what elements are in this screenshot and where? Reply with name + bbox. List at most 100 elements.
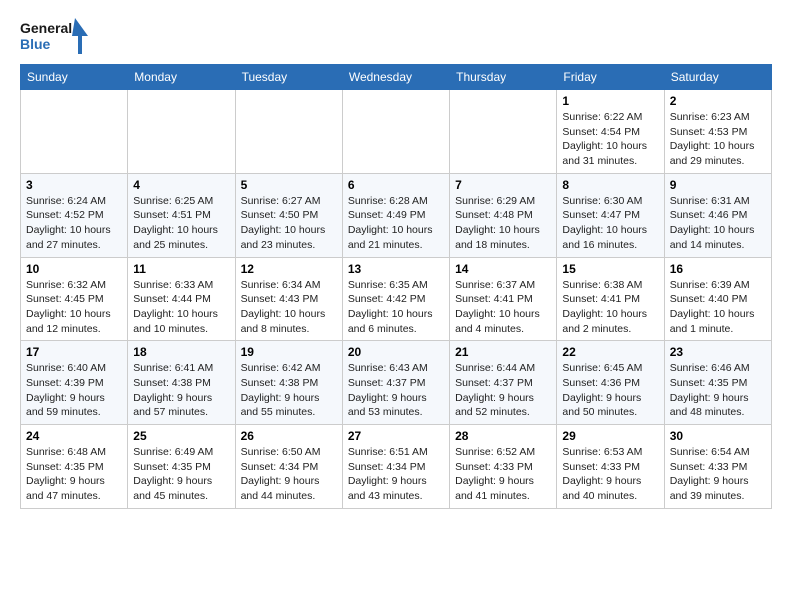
calendar-cell: 1 Sunrise: 6:22 AMSunset: 4:54 PMDaylight… (557, 90, 664, 174)
day-info: Sunrise: 6:48 AMSunset: 4:35 PMDaylight:… (26, 445, 122, 504)
calendar-table: SundayMondayTuesdayWednesdayThursdayFrid… (20, 64, 772, 509)
day-number: 20 (348, 345, 444, 359)
calendar-cell: 30Sunrise: 6:54 AMSunset: 4:33 PMDayligh… (664, 425, 771, 509)
day-info: Sunrise: 6:54 AMSunset: 4:33 PMDaylight:… (670, 445, 766, 504)
day-info: Sunrise: 6:32 AMSunset: 4:45 PMDaylight:… (26, 278, 122, 337)
calendar-cell: 7 Sunrise: 6:29 AMSunset: 4:48 PMDaylight… (450, 173, 557, 257)
header-saturday: Saturday (664, 65, 771, 90)
day-info: Sunrise: 6:50 AMSunset: 4:34 PMDaylight:… (241, 445, 337, 504)
calendar-cell: 11Sunrise: 6:33 AMSunset: 4:44 PMDayligh… (128, 257, 235, 341)
day-number: 5 (241, 178, 337, 192)
day-info: Sunrise: 6:46 AMSunset: 4:35 PMDaylight:… (670, 361, 766, 420)
calendar-header-row: SundayMondayTuesdayWednesdayThursdayFrid… (21, 65, 772, 90)
day-info: Sunrise: 6:22 AMSunset: 4:54 PMDaylight:… (562, 110, 658, 169)
calendar-cell: 24 Sunrise: 6:48 AMSunset: 4:35 PMDayligh… (21, 425, 128, 509)
day-info: Sunrise: 6:44 AMSunset: 4:37 PMDaylight:… (455, 361, 551, 420)
calendar-week-3: 17Sunrise: 6:40 AMSunset: 4:39 PMDayligh… (21, 341, 772, 425)
calendar-cell (21, 90, 128, 174)
day-number: 9 (670, 178, 766, 192)
day-info: Sunrise: 6:49 AMSunset: 4:35 PMDaylight:… (133, 445, 229, 504)
calendar-cell (128, 90, 235, 174)
logo-svg: GeneralBlue (20, 16, 90, 56)
header-sunday: Sunday (21, 65, 128, 90)
day-info: Sunrise: 6:34 AMSunset: 4:43 PMDaylight:… (241, 278, 337, 337)
day-info: Sunrise: 6:25 AMSunset: 4:51 PMDaylight:… (133, 194, 229, 253)
calendar-cell: 15 Sunrise: 6:38 AMSunset: 4:41 PMDayligh… (557, 257, 664, 341)
day-number: 18 (133, 345, 229, 359)
day-info: Sunrise: 6:35 AMSunset: 4:42 PMDaylight:… (348, 278, 444, 337)
calendar-cell: 13 Sunrise: 6:35 AMSunset: 4:42 PMDayligh… (342, 257, 449, 341)
calendar-cell (235, 90, 342, 174)
calendar-week-2: 10 Sunrise: 6:32 AMSunset: 4:45 PMDayligh… (21, 257, 772, 341)
day-number: 8 (562, 178, 658, 192)
header-tuesday: Tuesday (235, 65, 342, 90)
calendar-cell (450, 90, 557, 174)
header-wednesday: Wednesday (342, 65, 449, 90)
day-info: Sunrise: 6:51 AMSunset: 4:34 PMDaylight:… (348, 445, 444, 504)
header-friday: Friday (557, 65, 664, 90)
calendar-cell: 5 Sunrise: 6:27 AMSunset: 4:50 PMDaylight… (235, 173, 342, 257)
calendar-cell: 25 Sunrise: 6:49 AMSunset: 4:35 PMDayligh… (128, 425, 235, 509)
page-header: GeneralBlue (20, 16, 772, 56)
calendar-cell: 6Sunrise: 6:28 AMSunset: 4:49 PMDaylight… (342, 173, 449, 257)
day-info: Sunrise: 6:42 AMSunset: 4:38 PMDaylight:… (241, 361, 337, 420)
day-info: Sunrise: 6:28 AMSunset: 4:49 PMDaylight:… (348, 194, 444, 253)
day-number: 19 (241, 345, 337, 359)
calendar-cell: 27 Sunrise: 6:51 AMSunset: 4:34 PMDayligh… (342, 425, 449, 509)
calendar-cell (342, 90, 449, 174)
calendar-cell: 22Sunrise: 6:45 AMSunset: 4:36 PMDayligh… (557, 341, 664, 425)
logo: GeneralBlue (20, 16, 90, 56)
day-info: Sunrise: 6:24 AMSunset: 4:52 PMDaylight:… (26, 194, 122, 253)
day-number: 1 (562, 94, 658, 108)
day-number: 15 (562, 262, 658, 276)
day-info: Sunrise: 6:53 AMSunset: 4:33 PMDaylight:… (562, 445, 658, 504)
calendar-cell: 20 Sunrise: 6:43 AMSunset: 4:37 PMDayligh… (342, 341, 449, 425)
day-info: Sunrise: 6:38 AMSunset: 4:41 PMDaylight:… (562, 278, 658, 337)
calendar-cell: 18 Sunrise: 6:41 AMSunset: 4:38 PMDayligh… (128, 341, 235, 425)
calendar-cell: 12 Sunrise: 6:34 AMSunset: 4:43 PMDayligh… (235, 257, 342, 341)
header-thursday: Thursday (450, 65, 557, 90)
day-info: Sunrise: 6:39 AMSunset: 4:40 PMDaylight:… (670, 278, 766, 337)
day-number: 12 (241, 262, 337, 276)
day-info: Sunrise: 6:45 AMSunset: 4:36 PMDaylight:… (562, 361, 658, 420)
day-info: Sunrise: 6:30 AMSunset: 4:47 PMDaylight:… (562, 194, 658, 253)
day-number: 24 (26, 429, 122, 443)
day-info: Sunrise: 6:41 AMSunset: 4:38 PMDaylight:… (133, 361, 229, 420)
day-number: 27 (348, 429, 444, 443)
calendar-cell: 17Sunrise: 6:40 AMSunset: 4:39 PMDayligh… (21, 341, 128, 425)
day-info: Sunrise: 6:29 AMSunset: 4:48 PMDaylight:… (455, 194, 551, 253)
day-info: Sunrise: 6:52 AMSunset: 4:33 PMDaylight:… (455, 445, 551, 504)
calendar-cell: 9Sunrise: 6:31 AMSunset: 4:46 PMDaylight… (664, 173, 771, 257)
day-info: Sunrise: 6:33 AMSunset: 4:44 PMDaylight:… (133, 278, 229, 337)
calendar-cell: 4Sunrise: 6:25 AMSunset: 4:51 PMDaylight… (128, 173, 235, 257)
calendar-cell: 26 Sunrise: 6:50 AMSunset: 4:34 PMDayligh… (235, 425, 342, 509)
day-info: Sunrise: 6:27 AMSunset: 4:50 PMDaylight:… (241, 194, 337, 253)
calendar-cell: 23 Sunrise: 6:46 AMSunset: 4:35 PMDayligh… (664, 341, 771, 425)
day-info: Sunrise: 6:23 AMSunset: 4:53 PMDaylight:… (670, 110, 766, 169)
calendar-cell: 28Sunrise: 6:52 AMSunset: 4:33 PMDayligh… (450, 425, 557, 509)
calendar-cell: 2Sunrise: 6:23 AMSunset: 4:53 PMDaylight… (664, 90, 771, 174)
day-info: Sunrise: 6:40 AMSunset: 4:39 PMDaylight:… (26, 361, 122, 420)
svg-text:Blue: Blue (20, 36, 51, 52)
calendar-cell: 14 Sunrise: 6:37 AMSunset: 4:41 PMDayligh… (450, 257, 557, 341)
calendar-week-1: 3 Sunrise: 6:24 AMSunset: 4:52 PMDaylight… (21, 173, 772, 257)
day-number: 23 (670, 345, 766, 359)
day-number: 26 (241, 429, 337, 443)
day-info: Sunrise: 6:37 AMSunset: 4:41 PMDaylight:… (455, 278, 551, 337)
day-number: 29 (562, 429, 658, 443)
day-number: 16 (670, 262, 766, 276)
day-info: Sunrise: 6:43 AMSunset: 4:37 PMDaylight:… (348, 361, 444, 420)
day-number: 3 (26, 178, 122, 192)
day-number: 7 (455, 178, 551, 192)
day-number: 14 (455, 262, 551, 276)
svg-text:General: General (20, 20, 72, 36)
calendar-cell: 29 Sunrise: 6:53 AMSunset: 4:33 PMDayligh… (557, 425, 664, 509)
calendar-week-4: 24 Sunrise: 6:48 AMSunset: 4:35 PMDayligh… (21, 425, 772, 509)
calendar-cell: 10 Sunrise: 6:32 AMSunset: 4:45 PMDayligh… (21, 257, 128, 341)
header-monday: Monday (128, 65, 235, 90)
calendar-cell: 8 Sunrise: 6:30 AMSunset: 4:47 PMDaylight… (557, 173, 664, 257)
day-number: 25 (133, 429, 229, 443)
day-number: 10 (26, 262, 122, 276)
calendar-cell: 19 Sunrise: 6:42 AMSunset: 4:38 PMDayligh… (235, 341, 342, 425)
day-number: 13 (348, 262, 444, 276)
